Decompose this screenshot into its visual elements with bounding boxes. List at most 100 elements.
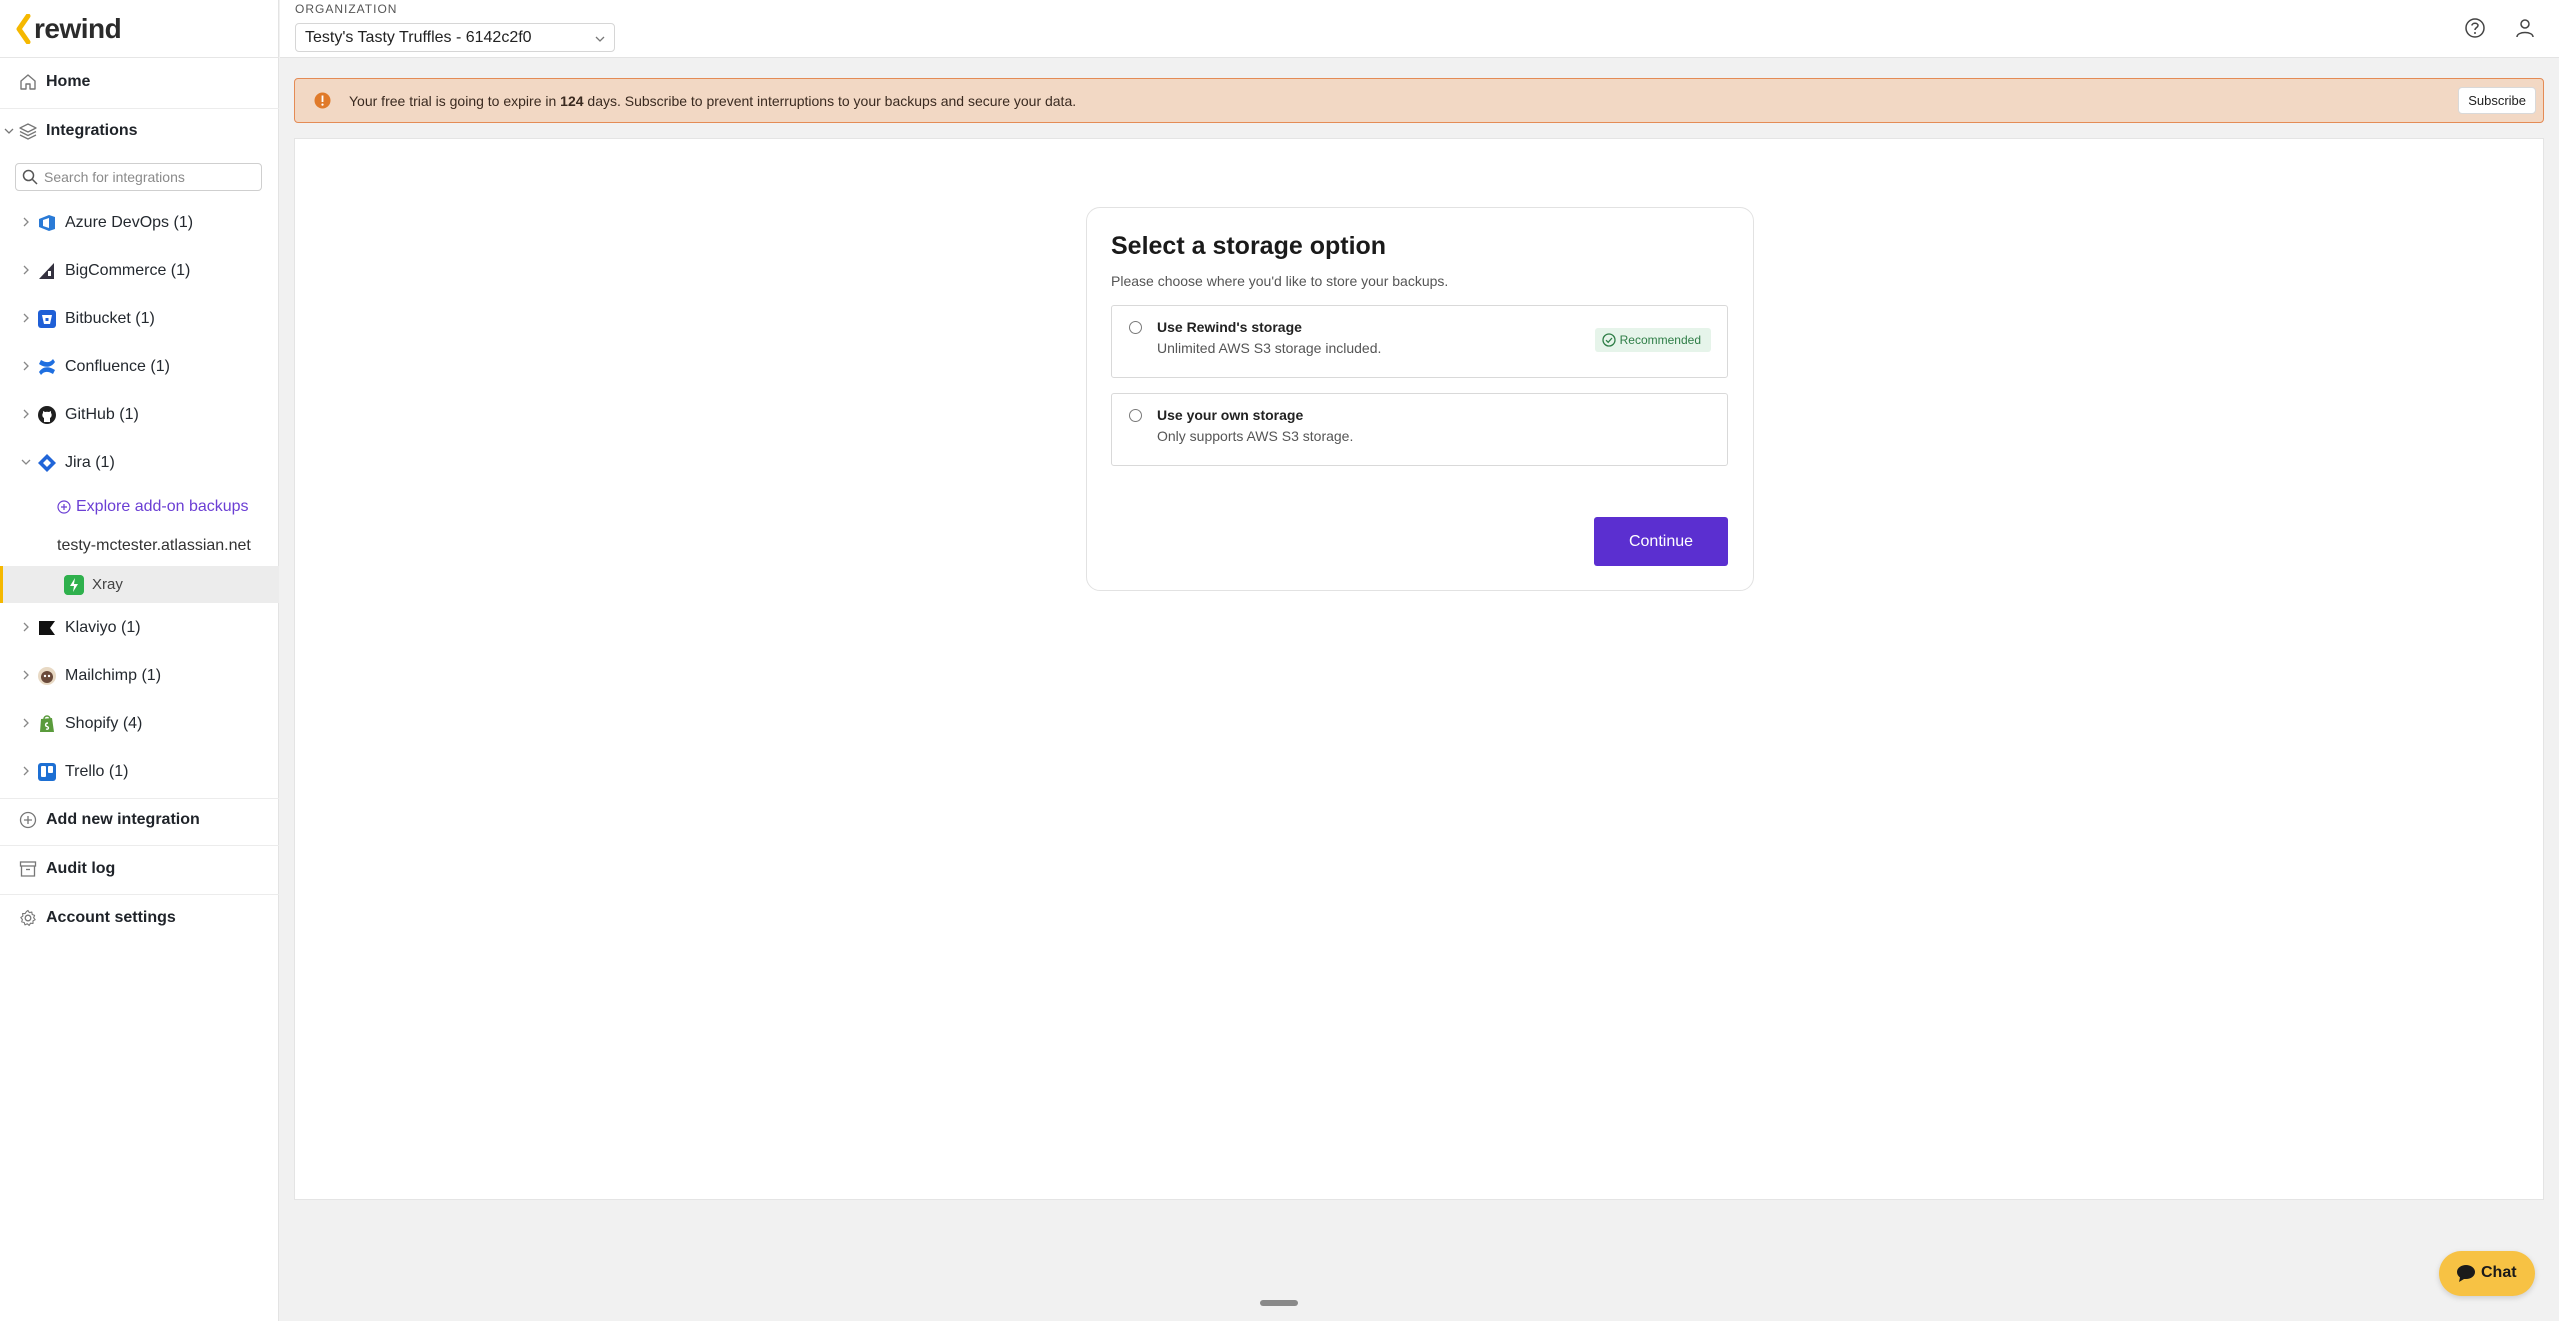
radio-button[interactable] — [1129, 409, 1142, 422]
user-icon[interactable] — [2514, 17, 2536, 39]
sidebar-item-bigcommerce[interactable]: BigCommerce (1) — [0, 253, 279, 289]
integration-name: Azure DevOps (1) — [65, 214, 194, 231]
confluence-icon — [39, 359, 55, 375]
sidebar-item-account-settings[interactable]: Account settings — [0, 898, 279, 938]
integration-name: Bitbucket (1) — [65, 310, 155, 327]
logo-text: rewind — [34, 13, 122, 44]
page-subtitle: Please choose where you'd like to store … — [1111, 273, 1449, 289]
continue-button[interactable]: Continue — [1594, 517, 1728, 566]
home-icon — [20, 74, 36, 90]
integration-name: Klaviyo (1) — [65, 619, 141, 636]
option-title: Use your own storage — [1157, 407, 1304, 423]
org-select[interactable]: Testy's Tasty Truffles - 6142c2f0 — [295, 23, 615, 52]
divider — [0, 57, 279, 58]
option-description: Only supports AWS S3 storage. — [1157, 428, 1354, 444]
storage-option-card: Select a storage option Please choose wh… — [1086, 207, 1754, 591]
recommended-badge: Recommended — [1594, 328, 1711, 352]
integration-search[interactable] — [15, 163, 262, 191]
klaviyo-icon — [39, 621, 55, 635]
archive-icon — [19, 861, 37, 877]
explore-label: Explore add-on backups — [76, 498, 249, 515]
sidebar-item-label: Integrations — [46, 122, 138, 139]
sidebar-item-integrations[interactable]: Integrations — [0, 111, 279, 151]
plus-circle-icon — [57, 500, 71, 514]
sidebar-item-mailchimp[interactable]: Mailchimp (1) — [0, 658, 279, 694]
addon-name: Xray — [92, 576, 123, 593]
active-indicator — [0, 566, 3, 603]
sidebar-item-confluence[interactable]: Confluence (1) — [0, 349, 279, 385]
integration-name: Mailchimp (1) — [65, 667, 162, 684]
sidebar-item-xray[interactable]: Xray — [0, 566, 279, 603]
integration-name: Confluence (1) — [65, 358, 170, 375]
trial-message: Your free trial is going to expire in 12… — [349, 93, 1077, 109]
storage-option-rewind[interactable]: Use Rewind's storage Unlimited AWS S3 st… — [1111, 305, 1728, 378]
sidebar-item-klaviyo[interactable]: Klaviyo (1) — [0, 610, 279, 646]
chevron-right-icon — [23, 217, 29, 227]
integration-name: GitHub (1) — [65, 406, 139, 423]
bitbucket-icon — [38, 310, 56, 328]
sidebar-item-home[interactable]: Home — [0, 62, 279, 102]
sidebar-item-github[interactable]: GitHub (1) — [0, 397, 279, 433]
divider — [0, 798, 279, 799]
azure-devops-icon — [39, 215, 55, 231]
chevron-right-icon — [23, 265, 29, 275]
jira-icon — [38, 454, 56, 472]
option-description: Unlimited AWS S3 storage included. — [1157, 340, 1382, 356]
bigcommerce-icon — [39, 263, 54, 279]
jira-site-name[interactable]: testy-mctester.atlassian.net — [57, 537, 251, 555]
top-header: ORGANIZATION Testy's Tasty Truffles - 61… — [280, 0, 2559, 58]
integration-name: BigCommerce (1) — [65, 262, 191, 279]
org-select-value: Testy's Tasty Truffles - 6142c2f0 — [305, 29, 532, 46]
chevron-right-icon — [23, 313, 29, 323]
integration-name: Trello (1) — [65, 763, 129, 780]
warning-icon — [314, 92, 331, 109]
sidebar-item-shopify[interactable]: Shopify (4) — [0, 706, 279, 742]
sidebar-item-label: Account settings — [46, 909, 176, 926]
integration-name: Shopify (4) — [65, 715, 143, 732]
sidebar-item-azure-devops[interactable]: Azure DevOps (1) — [0, 205, 279, 241]
explore-add-on-backups-link[interactable]: Explore add-on backups — [57, 497, 249, 517]
chat-button[interactable]: Chat — [2439, 1251, 2535, 1296]
search-icon — [22, 169, 38, 185]
option-title: Use Rewind's storage — [1157, 319, 1302, 335]
chevron-right-icon — [23, 361, 29, 371]
trial-banner: Your free trial is going to expire in 12… — [294, 78, 2544, 123]
sidebar-item-audit-log[interactable]: Audit log — [0, 849, 279, 889]
rewind-logo[interactable]: rewind — [14, 13, 122, 44]
sidebar-item-label: Home — [46, 73, 91, 90]
sidebar-item-label: Add new integration — [46, 811, 200, 828]
gear-icon — [20, 909, 36, 926]
integration-name: Jira (1) — [65, 454, 115, 471]
chevron-right-icon — [23, 718, 29, 728]
sidebar-item-label: Audit log — [46, 860, 116, 877]
chevron-down-icon — [4, 128, 14, 134]
shopify-icon — [40, 715, 54, 732]
search-input[interactable] — [44, 166, 258, 188]
storage-option-own[interactable]: Use your own storage Only supports AWS S… — [1111, 393, 1728, 466]
github-icon — [38, 406, 56, 424]
drag-handle[interactable] — [1260, 1300, 1298, 1306]
sidebar-item-add-new-integration[interactable]: Add new integration — [0, 800, 279, 840]
sidebar-item-bitbucket[interactable]: Bitbucket (1) — [0, 301, 279, 337]
help-icon[interactable] — [2464, 17, 2486, 39]
mailchimp-icon — [38, 667, 56, 685]
check-circle-icon — [1601, 333, 1616, 347]
subscribe-button[interactable]: Subscribe — [2458, 87, 2536, 114]
sidebar-item-trello[interactable]: Trello (1) — [0, 754, 279, 790]
divider — [0, 894, 279, 895]
sidebar: rewind Home Integrations Azure DevOps (1… — [0, 0, 279, 1321]
rewind-logo-icon — [16, 14, 31, 44]
trial-days: 124 — [560, 93, 584, 109]
radio-button[interactable] — [1129, 321, 1142, 334]
org-label: ORGANIZATION — [295, 2, 398, 16]
chevron-right-icon — [23, 766, 29, 776]
page-title: Select a storage option — [1111, 232, 1387, 260]
chevron-right-icon — [23, 670, 29, 680]
chevron-down-icon — [595, 36, 605, 42]
xray-icon — [64, 575, 84, 595]
chat-label: Chat — [2481, 1264, 2517, 1281]
plus-circle-icon — [19, 811, 37, 829]
divider — [0, 108, 279, 109]
chevron-down-icon — [21, 459, 31, 465]
sidebar-item-jira[interactable]: Jira (1) — [0, 445, 279, 481]
